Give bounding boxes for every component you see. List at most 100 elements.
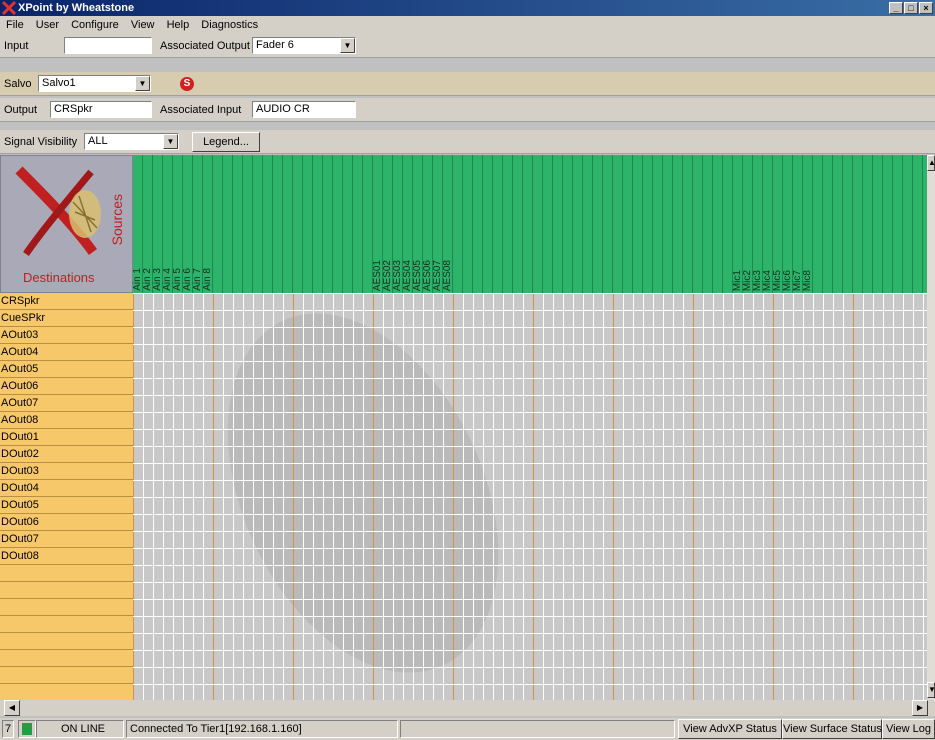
destination-row[interactable] (0, 650, 133, 667)
source-column[interactable] (573, 155, 583, 293)
source-column[interactable] (813, 155, 823, 293)
destination-row[interactable]: CueSPkr (0, 310, 133, 327)
destination-row[interactable] (0, 667, 133, 684)
source-column[interactable]: AES08 (442, 155, 453, 293)
assoc-output-select[interactable]: Fader 6 ▼ (252, 37, 356, 54)
source-column[interactable] (863, 155, 873, 293)
destination-row[interactable] (0, 565, 133, 582)
destination-row[interactable]: AOut05 (0, 361, 133, 378)
source-column[interactable] (853, 155, 863, 293)
salvo-select[interactable]: Salvo1 ▼ (38, 75, 151, 92)
destination-row[interactable]: DOut01 (0, 429, 133, 446)
destination-row[interactable]: DOut06 (0, 514, 133, 531)
source-column[interactable] (493, 155, 503, 293)
source-column[interactable] (513, 155, 523, 293)
input-field[interactable] (64, 37, 152, 54)
horizontal-scrollbar[interactable]: ◀ ▶ (0, 700, 935, 716)
source-column[interactable] (703, 155, 713, 293)
source-column[interactable] (343, 155, 353, 293)
source-column[interactable]: Ain 8 (202, 155, 213, 293)
destination-row[interactable] (0, 582, 133, 599)
source-column[interactable] (903, 155, 913, 293)
destination-row[interactable]: CRSpkr (0, 293, 133, 310)
source-column[interactable] (263, 155, 273, 293)
source-column[interactable] (873, 155, 883, 293)
output-field[interactable]: CRSpkr (50, 101, 152, 118)
source-column[interactable] (453, 155, 463, 293)
destination-row[interactable]: DOut08 (0, 548, 133, 565)
source-column[interactable] (543, 155, 553, 293)
source-column[interactable] (523, 155, 533, 293)
destination-row[interactable]: DOut02 (0, 446, 133, 463)
source-column[interactable] (683, 155, 693, 293)
destination-row[interactable]: DOut03 (0, 463, 133, 480)
scroll-up-icon[interactable]: ▲ (927, 155, 935, 171)
destination-row[interactable] (0, 633, 133, 650)
destination-row[interactable]: DOut05 (0, 497, 133, 514)
source-column[interactable] (693, 155, 703, 293)
menu-configure[interactable]: Configure (71, 19, 119, 31)
source-column[interactable] (533, 155, 543, 293)
visibility-select[interactable]: ALL ▼ (84, 133, 179, 150)
view-advxp-status-button[interactable]: View AdvXP Status (678, 719, 782, 739)
source-column[interactable] (823, 155, 833, 293)
source-column[interactable] (313, 155, 323, 293)
source-column[interactable] (833, 155, 843, 293)
chevron-down-icon[interactable]: ▼ (163, 134, 178, 149)
scroll-left-icon[interactable]: ◀ (4, 700, 20, 716)
menu-view[interactable]: View (131, 19, 155, 31)
menu-user[interactable]: User (36, 19, 59, 31)
source-column[interactable] (213, 155, 223, 293)
crosspoint-matrix[interactable] (133, 293, 927, 700)
source-column[interactable] (353, 155, 363, 293)
source-column[interactable] (243, 155, 253, 293)
source-column[interactable] (293, 155, 303, 293)
source-column[interactable] (273, 155, 283, 293)
source-column[interactable] (553, 155, 563, 293)
source-column[interactable] (713, 155, 723, 293)
source-column[interactable] (893, 155, 903, 293)
vertical-scrollbar[interactable]: ▲ ▼ (927, 155, 935, 700)
source-column[interactable] (623, 155, 633, 293)
source-column[interactable] (223, 155, 233, 293)
destination-row[interactable]: AOut08 (0, 412, 133, 429)
menu-file[interactable]: File (6, 19, 24, 31)
source-column[interactable] (593, 155, 603, 293)
minimize-button[interactable]: _ (889, 2, 903, 14)
source-column[interactable] (283, 155, 293, 293)
chevron-down-icon[interactable]: ▼ (135, 76, 150, 91)
legend-button[interactable]: Legend... (192, 132, 260, 152)
destination-row[interactable] (0, 616, 133, 633)
source-column[interactable] (913, 155, 923, 293)
source-column[interactable] (643, 155, 653, 293)
source-column[interactable] (473, 155, 483, 293)
source-column[interactable] (333, 155, 343, 293)
source-column[interactable] (233, 155, 243, 293)
source-column[interactable] (603, 155, 613, 293)
source-column[interactable] (613, 155, 623, 293)
maximize-button[interactable]: □ (904, 2, 918, 14)
view-surface-status-button[interactable]: View Surface Status (782, 719, 882, 739)
destination-row[interactable]: AOut07 (0, 395, 133, 412)
source-column[interactable] (843, 155, 853, 293)
source-column[interactable] (503, 155, 513, 293)
destination-row[interactable]: DOut07 (0, 531, 133, 548)
source-column[interactable] (883, 155, 893, 293)
scroll-down-icon[interactable]: ▼ (927, 682, 935, 698)
destination-row[interactable] (0, 684, 133, 700)
destination-row[interactable]: AOut06 (0, 378, 133, 395)
close-button[interactable]: × (919, 2, 933, 14)
source-column[interactable] (563, 155, 573, 293)
source-column[interactable] (463, 155, 473, 293)
view-log-button[interactable]: View Log (882, 719, 935, 739)
source-column[interactable] (633, 155, 643, 293)
source-column[interactable] (663, 155, 673, 293)
source-column[interactable] (653, 155, 663, 293)
source-column[interactable] (583, 155, 593, 293)
source-column[interactable] (483, 155, 493, 293)
source-column[interactable] (323, 155, 333, 293)
source-column[interactable] (303, 155, 313, 293)
source-column[interactable]: Mic8 (802, 155, 813, 293)
chevron-down-icon[interactable]: ▼ (340, 38, 355, 53)
destination-row[interactable]: DOut04 (0, 480, 133, 497)
